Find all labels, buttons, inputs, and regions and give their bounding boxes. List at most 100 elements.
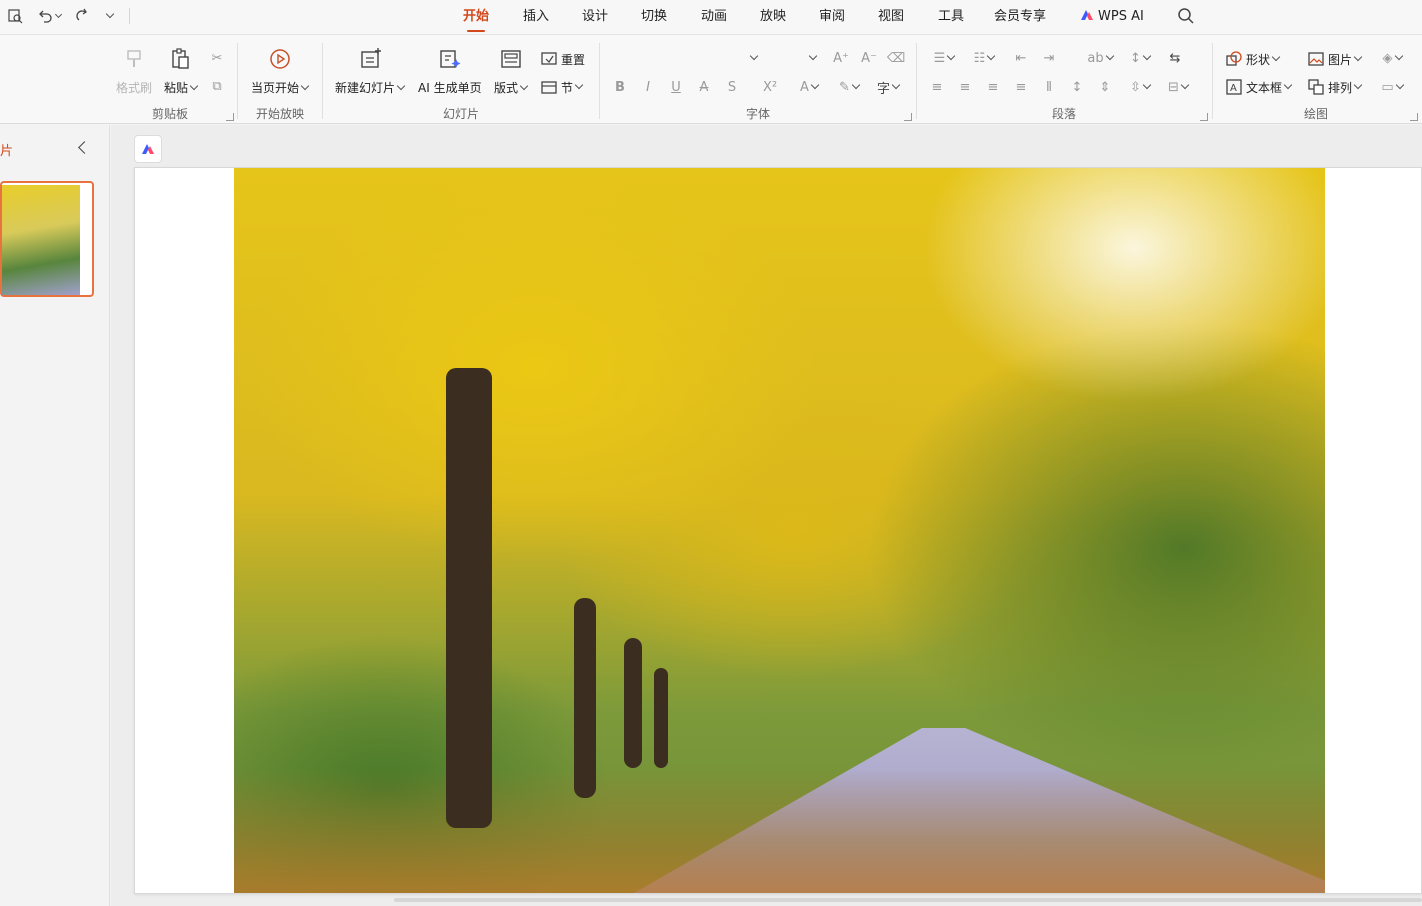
copy-icon[interactable]: ⧉ [208, 77, 226, 95]
group-label-drawing: 绘图 [1303, 107, 1329, 121]
tab-review[interactable]: 审阅 [819, 8, 845, 28]
textbox-button[interactable]: A 文本框 [1225, 78, 1293, 96]
arrange-icon [1308, 79, 1324, 95]
wps-ai-float-button[interactable] [134, 135, 162, 163]
thumbnail-image [2, 185, 80, 295]
textbox-label: 文本框 [1246, 80, 1283, 95]
collapse-panel-icon[interactable] [78, 141, 91, 154]
phonetic-icon[interactable]: 字 [873, 78, 903, 97]
group-label-clipboard: 剪贴板 [151, 107, 189, 121]
paste-button[interactable]: 粘贴 [164, 79, 199, 96]
highlight-icon[interactable]: ✎ [834, 78, 864, 96]
strikethrough-button[interactable]: A [695, 78, 713, 96]
divider [237, 43, 238, 119]
picture-button[interactable]: 图片 [1307, 50, 1363, 68]
tab-slideshow[interactable]: 放映 [760, 8, 786, 28]
tab-design[interactable]: 设计 [582, 8, 608, 28]
align-right-icon[interactable]: ≡ [984, 78, 1002, 96]
format-painter-button[interactable]: 格式刷 [116, 79, 152, 96]
drawing-launcher-icon[interactable] [1410, 113, 1418, 121]
clear-format-icon[interactable]: ⌫ [887, 49, 905, 67]
distribute-icon[interactable]: ⫴ [1040, 78, 1058, 96]
divider [1212, 43, 1213, 119]
divider [322, 43, 323, 119]
outline-icon[interactable]: ▭ [1378, 78, 1406, 96]
tab-wps-ai[interactable]: WPS AI [1080, 8, 1144, 28]
slide-photo-autumn-trees[interactable] [234, 168, 1325, 893]
print-preview-icon[interactable] [6, 6, 24, 26]
reset-label: 重置 [561, 52, 586, 67]
ai-single-page-icon [440, 50, 461, 68]
columns-icon[interactable]: ⇳ [1126, 78, 1154, 96]
textbox-icon: A [1226, 79, 1242, 95]
picture-icon [1308, 52, 1324, 66]
shadow-button[interactable]: S [723, 78, 741, 96]
decrease-indent-icon[interactable]: ⇤ [1012, 49, 1030, 67]
new-slide-button[interactable]: 新建幻灯片 [335, 79, 406, 96]
increase-font-icon[interactable]: A⁺ [832, 49, 850, 67]
redo-icon[interactable] [74, 6, 92, 26]
tab-transitions[interactable]: 切换 [641, 8, 667, 28]
font-name-dropdown[interactable] [743, 49, 761, 67]
align-left-icon[interactable]: ≡ [928, 78, 946, 96]
paragraph-spacing-icon[interactable]: ⇕ [1096, 78, 1114, 96]
arrange-label: 排列 [1328, 80, 1353, 95]
tab-tools[interactable]: 工具 [938, 8, 964, 28]
menu-bar: 开始 插入 设计 切换 动画 放映 审阅 视图 工具 会员专享 WPS AI [0, 0, 1422, 34]
divider [916, 43, 917, 119]
photo-trunk [446, 368, 492, 828]
horizontal-scrollbar[interactable] [394, 897, 1422, 903]
justify-icon[interactable]: ≡ [1012, 78, 1030, 96]
align-center-icon[interactable]: ≡ [956, 78, 974, 96]
photo-leaves [234, 768, 1325, 893]
divider [599, 43, 600, 119]
line-spacing-icon[interactable]: ↕ [1068, 78, 1086, 96]
convert-icon[interactable]: ⇆ [1166, 49, 1184, 67]
bullets-icon[interactable]: ☰ [930, 49, 958, 67]
underline-button[interactable]: U [667, 78, 685, 96]
arrange-button[interactable]: 排列 [1307, 78, 1363, 96]
paste-label: 粘贴 [164, 81, 189, 95]
text-box-align-icon[interactable]: ⊟ [1164, 78, 1192, 96]
ai-generate-page-button[interactable]: AI 生成单页 [418, 79, 482, 96]
text-direction-icon[interactable]: ab [1086, 49, 1114, 67]
chevron-down-icon[interactable] [100, 6, 116, 26]
slide-thumbnail[interactable] [0, 181, 94, 297]
cut-icon[interactable]: ✂ [208, 49, 226, 67]
play-icon [270, 49, 290, 69]
start-from-current-button[interactable]: 当页开始 [251, 79, 310, 96]
layout-icon [501, 50, 521, 68]
undo-icon[interactable] [34, 6, 64, 26]
font-launcher-icon[interactable] [904, 113, 912, 121]
increase-indent-icon[interactable]: ⇥ [1040, 49, 1058, 67]
superscript-button[interactable]: X² [755, 78, 785, 96]
wps-ai-label: WPS AI [1098, 9, 1144, 24]
tab-animations[interactable]: 动画 [701, 8, 727, 28]
group-label-font: 字体 [745, 107, 771, 121]
layout-button[interactable]: 版式 [494, 79, 529, 96]
picture-label: 图片 [1328, 52, 1353, 67]
search-icon[interactable] [1177, 7, 1195, 25]
shape-button[interactable]: 形状 [1225, 50, 1281, 68]
fill-icon[interactable]: ◈ [1378, 49, 1406, 67]
group-label-slideshow: 开始放映 [255, 107, 305, 121]
numbering-icon[interactable]: ☷ [970, 49, 998, 67]
photo-trunk [574, 598, 596, 798]
tab-member[interactable]: 会员专享 [994, 8, 1046, 28]
align-text-icon[interactable]: ↕ [1126, 49, 1154, 67]
section-button[interactable]: 节 [540, 78, 584, 96]
panel-tab-slides[interactable]: 片 [0, 140, 13, 159]
tab-insert[interactable]: 插入 [523, 8, 549, 28]
shape-icon [1226, 51, 1242, 66]
clipboard-launcher-icon[interactable] [226, 113, 234, 121]
decrease-font-icon[interactable]: A⁻ [860, 49, 878, 67]
paragraph-launcher-icon[interactable] [1200, 113, 1208, 121]
new-slide-icon [361, 48, 381, 68]
font-color-icon[interactable]: A [794, 78, 824, 96]
bold-button[interactable]: B [611, 78, 629, 96]
reset-button[interactable]: 重置 [540, 50, 585, 68]
tab-view[interactable]: 视图 [878, 8, 904, 28]
font-size-dropdown[interactable] [802, 49, 820, 67]
italic-button[interactable]: I [639, 78, 657, 96]
tab-home[interactable]: 开始 [463, 8, 489, 32]
